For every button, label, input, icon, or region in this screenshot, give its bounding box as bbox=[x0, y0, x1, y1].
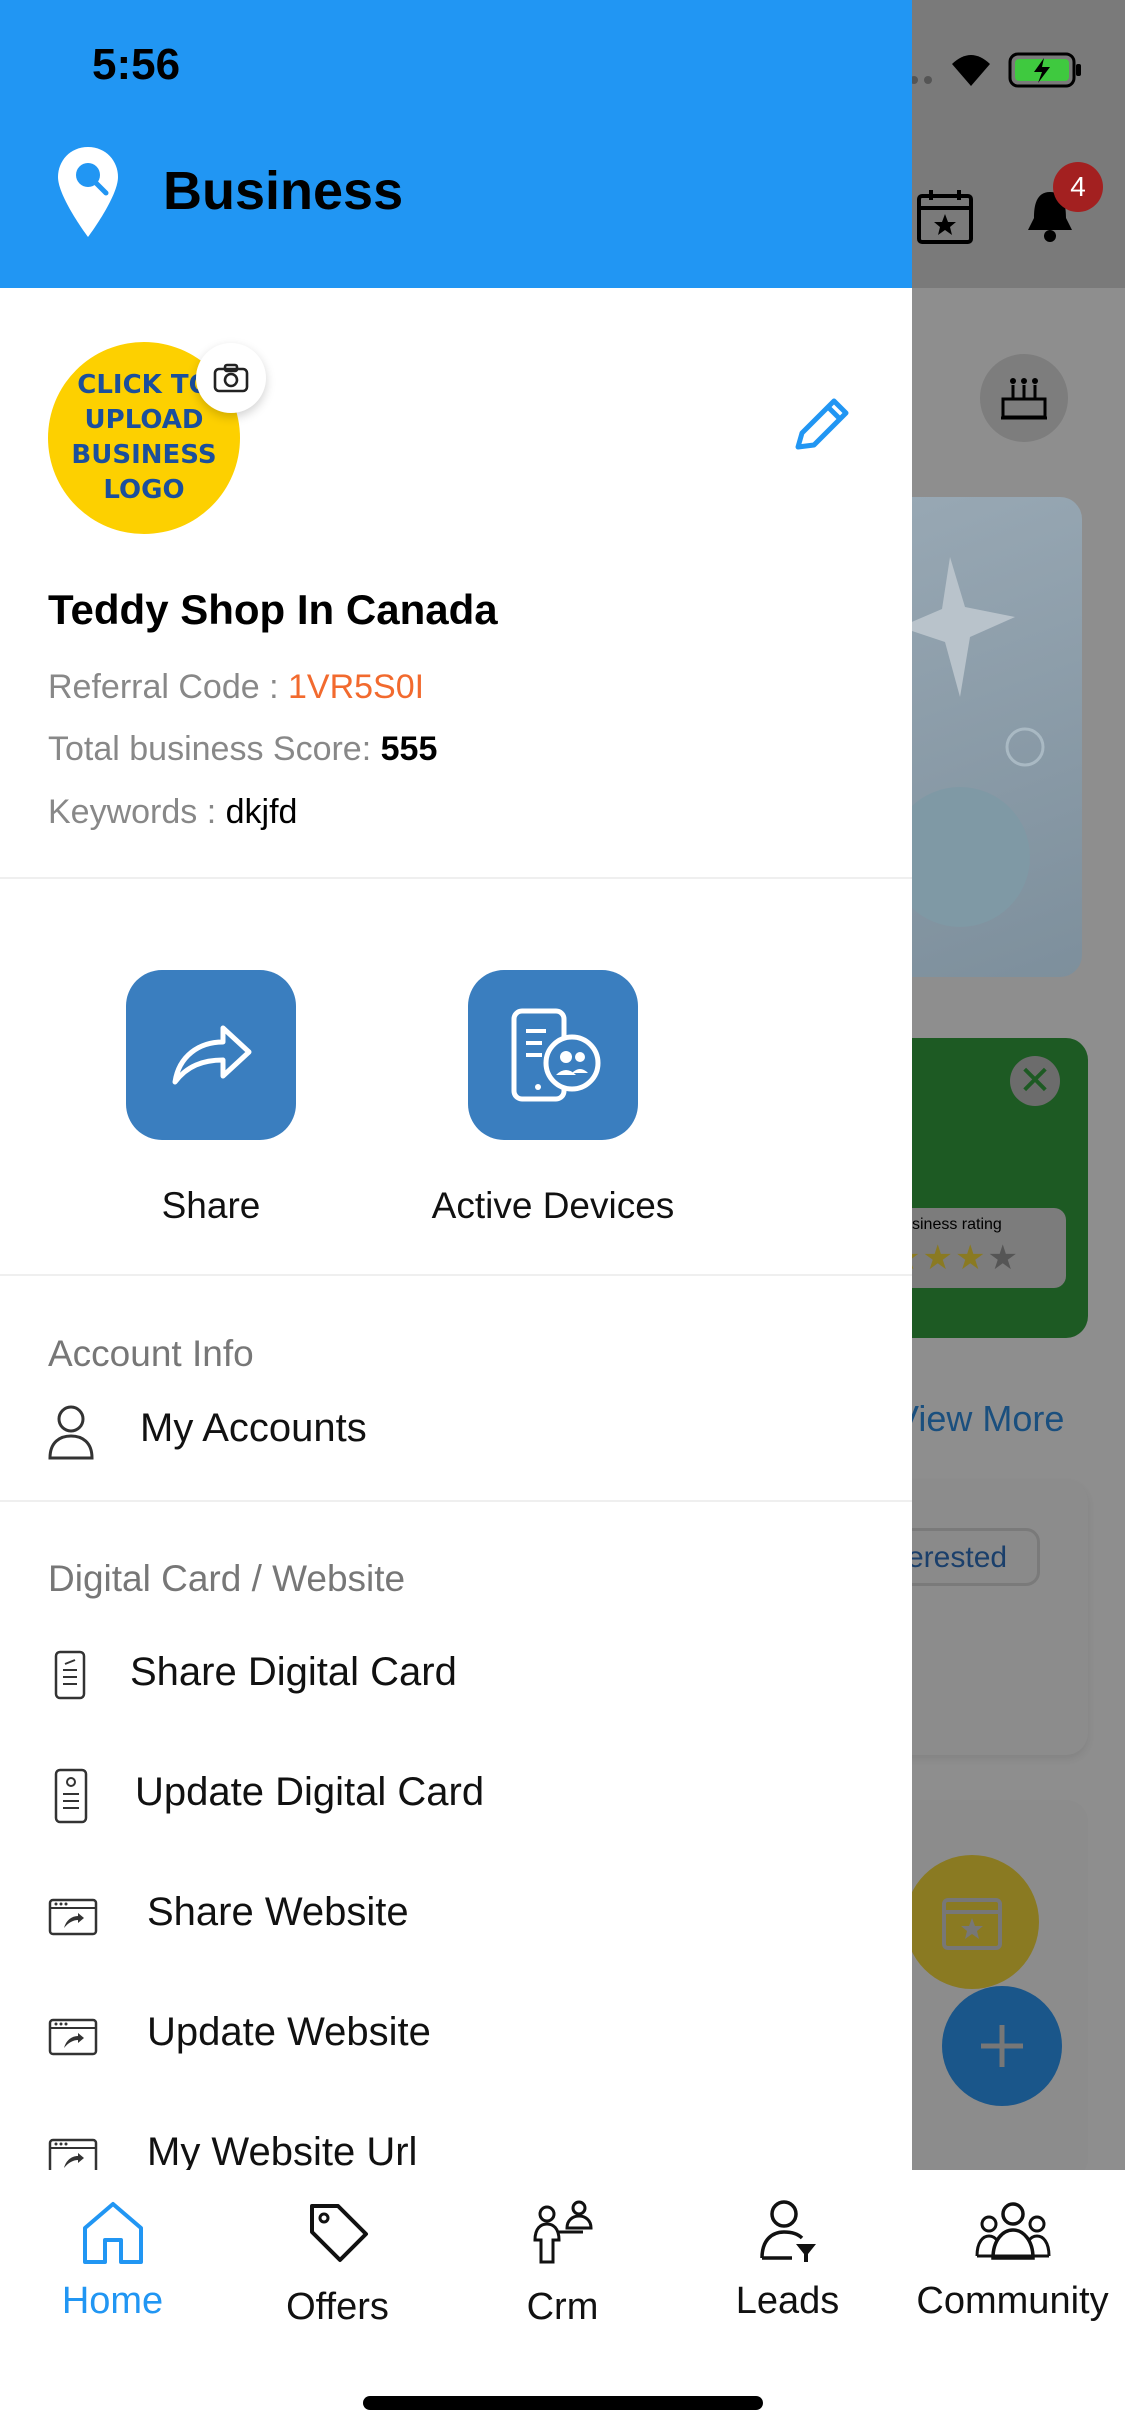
background-rating-card: ✕ siness rating ★★★★ bbox=[890, 1038, 1088, 1338]
nav-item-leads[interactable]: Leads bbox=[675, 2184, 900, 2334]
nav-item-offers[interactable]: Offers bbox=[225, 2184, 450, 2334]
background-banner-christmas bbox=[890, 497, 1082, 977]
nav-label-home: Home bbox=[61, 2280, 164, 2322]
lead-filter-icon bbox=[759, 2200, 816, 2262]
interested-chip-label: erested bbox=[907, 1541, 1008, 1574]
referral-code-value[interactable]: 1VR5S0I bbox=[288, 668, 424, 706]
divider bbox=[0, 1500, 912, 1502]
status-time: 5:56 bbox=[92, 40, 181, 89]
home-icon bbox=[82, 2202, 143, 2264]
close-icon[interactable]: ✕ bbox=[1010, 1056, 1060, 1106]
home-indicator bbox=[363, 2396, 763, 2410]
location-pin-icon bbox=[58, 147, 118, 237]
section-title-account-info: Account Info bbox=[48, 1333, 254, 1374]
menu-item-share-website[interactable]: Share Website bbox=[0, 1876, 912, 1956]
navigation-drawer: 5:56 Business CLICK TO UPLOAD BUSINESS L… bbox=[0, 0, 912, 2170]
crm-people-icon bbox=[532, 2200, 593, 2264]
wifi-icon bbox=[948, 50, 994, 88]
camera-icon[interactable] bbox=[196, 343, 266, 413]
referral-code-line: Referral Code : 1VR5S0I bbox=[48, 668, 424, 707]
share-label: Share bbox=[161, 1185, 261, 1226]
menu-label-my-accounts: My Accounts bbox=[140, 1406, 367, 1450]
birthday-cake-icon[interactable] bbox=[980, 354, 1068, 442]
menu-item-my-accounts[interactable]: My Accounts bbox=[0, 1392, 912, 1472]
keywords-label: Keywords : bbox=[48, 793, 226, 831]
nav-item-home[interactable]: Home bbox=[0, 2184, 225, 2334]
background-lead-card: erested bbox=[890, 1480, 1088, 1755]
person-icon bbox=[48, 1405, 94, 1460]
community-icon bbox=[975, 2202, 1050, 2260]
add-fab[interactable] bbox=[942, 1986, 1062, 2106]
edit-pencil-icon[interactable] bbox=[790, 395, 852, 457]
nav-label-community: Community bbox=[916, 2280, 1109, 2322]
menu-item-my-website-url[interactable]: My Website Url bbox=[0, 2116, 912, 2170]
keywords-line: Keywords : dkjfd bbox=[48, 793, 297, 832]
notification-badge: 4 bbox=[1053, 162, 1103, 212]
active-devices-button[interactable] bbox=[468, 970, 638, 1140]
website-update-icon bbox=[48, 2018, 98, 2056]
menu-label-update-website: Update Website bbox=[147, 2010, 431, 2054]
active-devices-label: Active Devices bbox=[431, 1185, 675, 1226]
nav-item-crm[interactable]: Crm bbox=[450, 2184, 675, 2334]
tag-icon bbox=[309, 2204, 368, 2262]
menu-label-share-digital-card: Share Digital Card bbox=[130, 1650, 457, 1694]
menu-item-share-digital-card[interactable]: Share Digital Card bbox=[0, 1636, 912, 1716]
drawer-header: 5:56 Business bbox=[0, 0, 912, 288]
divider bbox=[0, 877, 912, 879]
rating-card-inner: siness rating ★★★★ bbox=[890, 1208, 1066, 1288]
nav-label-offers: Offers bbox=[286, 2286, 389, 2328]
section-title-digital-card-website: Digital Card / Website bbox=[48, 1558, 406, 1599]
devices-icon bbox=[511, 1008, 601, 1102]
business-name: Teddy Shop In Canada bbox=[48, 586, 498, 633]
notification-count: 4 bbox=[1070, 171, 1086, 202]
referral-code-label: Referral Code : bbox=[48, 668, 288, 706]
nav-label-leads: Leads bbox=[735, 2280, 840, 2322]
website-share-icon bbox=[48, 1898, 98, 1936]
business-score-label: Total business Score: bbox=[48, 730, 381, 768]
business-score-value: 555 bbox=[380, 730, 438, 768]
nav-label-crm: Crm bbox=[526, 2286, 599, 2328]
share-arrow-icon bbox=[172, 1025, 252, 1085]
menu-item-update-digital-card[interactable]: Update Digital Card bbox=[0, 1756, 912, 1836]
nav-item-community[interactable]: Community bbox=[900, 2184, 1125, 2334]
website-url-icon bbox=[48, 2138, 98, 2170]
menu-label-my-website-url: My Website Url bbox=[147, 2130, 418, 2170]
card-update-icon bbox=[54, 1768, 88, 1824]
calendar-star-icon[interactable] bbox=[915, 188, 975, 246]
rating-text: siness rating bbox=[912, 1216, 1002, 1233]
interested-chip[interactable]: erested bbox=[890, 1528, 1040, 1586]
menu-item-update-website[interactable]: Update Website bbox=[0, 1996, 912, 2076]
keywords-value: dkjfd bbox=[225, 793, 298, 831]
menu-label-share-website: Share Website bbox=[147, 1890, 409, 1934]
menu-label-update-digital-card: Update Digital Card bbox=[135, 1770, 485, 1814]
drawer-title: Business bbox=[163, 161, 404, 221]
business-score-line: Total business Score: 555 bbox=[48, 730, 437, 769]
card-share-icon bbox=[54, 1650, 86, 1700]
divider bbox=[0, 1274, 912, 1276]
view-more-link[interactable]: View More bbox=[895, 1398, 1064, 1440]
calendar-fab[interactable] bbox=[905, 1855, 1039, 1989]
battery-icon bbox=[1008, 50, 1084, 90]
share-button[interactable] bbox=[126, 970, 296, 1140]
